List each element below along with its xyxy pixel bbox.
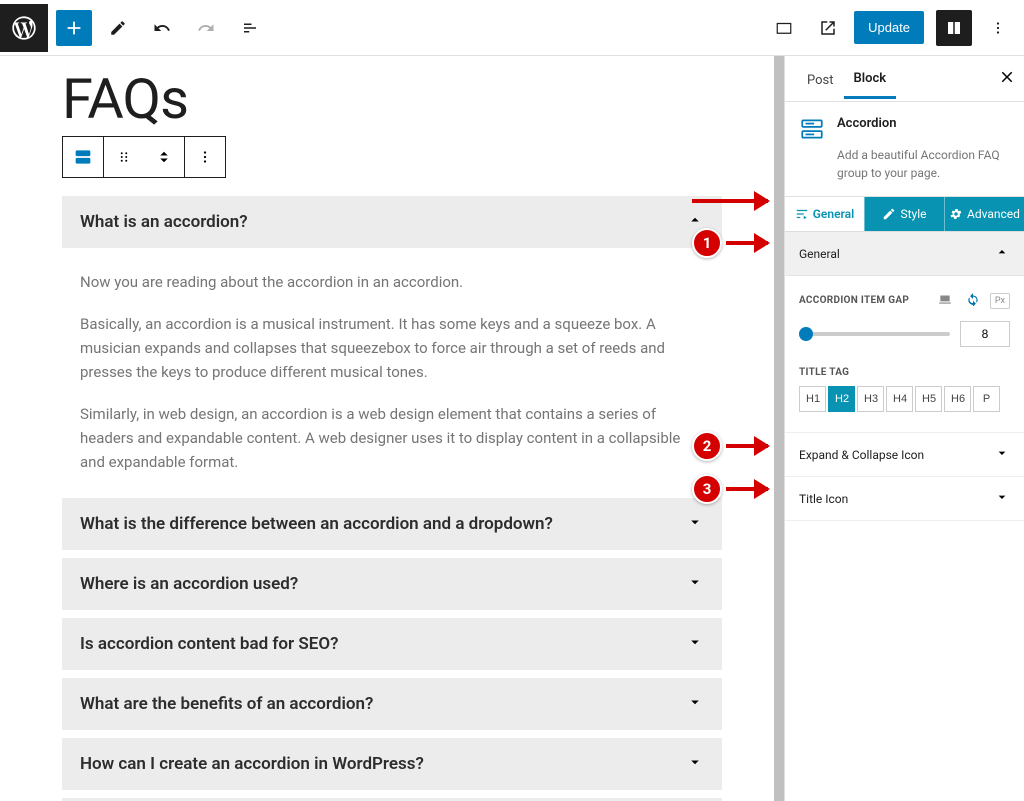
tab-post[interactable]: Post <box>797 60 844 98</box>
wordpress-logo[interactable] <box>0 4 48 52</box>
chevron-down-icon <box>994 445 1010 464</box>
block-description: Add a beautiful Accordion FAQ group to y… <box>785 146 1024 196</box>
accordion-content[interactable]: Now you are reading about the accordion … <box>62 256 722 498</box>
tag-h5[interactable]: H5 <box>915 386 942 412</box>
accordion-item[interactable]: What is an accordion? <box>62 196 722 248</box>
accordion-title: What is an accordion? <box>80 212 248 232</box>
undo-button[interactable] <box>144 10 180 46</box>
gap-input[interactable] <box>960 321 1010 347</box>
tab-block[interactable]: Block <box>844 58 897 99</box>
accordion-title: Where is an accordion used? <box>80 574 298 594</box>
accordion-item[interactable]: Where is an accordion used? <box>62 558 722 610</box>
tag-h3[interactable]: H3 <box>857 386 884 412</box>
redo-button[interactable] <box>188 10 224 46</box>
tag-h2[interactable]: H2 <box>828 386 855 412</box>
open-external-button[interactable] <box>810 10 846 46</box>
subtab-advanced[interactable]: Advanced <box>945 197 1024 231</box>
subtab-style[interactable]: Style <box>864 197 945 231</box>
annotation-badge-3: 3 <box>692 474 722 504</box>
responsive-icon[interactable] <box>934 290 956 311</box>
section-general-body: ACCORDION ITEM GAP Px TITLE TAG H1 H2 H3… <box>785 276 1024 433</box>
edit-mode-button[interactable] <box>100 10 136 46</box>
document-overview-button[interactable] <box>232 10 268 46</box>
reset-icon[interactable] <box>962 290 984 311</box>
block-toolbar <box>62 136 226 178</box>
accordion-block[interactable]: What is an accordion? Now you are readin… <box>62 196 722 801</box>
editor-top-toolbar: Update <box>0 0 1024 56</box>
section-title-icon[interactable]: Title Icon <box>785 477 1024 521</box>
page-title[interactable]: FAQs <box>62 66 722 132</box>
more-options-icon[interactable] <box>185 137 225 177</box>
add-block-button[interactable] <box>56 10 92 46</box>
chevron-down-icon[interactable] <box>686 753 704 775</box>
annotation-badge-2: 2 <box>692 431 722 461</box>
tag-p[interactable]: P <box>973 386 1000 412</box>
section-general[interactable]: General <box>785 232 1024 276</box>
block-name: Accordion <box>837 116 896 144</box>
annotation-arrow <box>692 199 768 203</box>
accordion-item[interactable]: Is accordion content bad for SEO? <box>62 618 722 670</box>
field-label: ACCORDION ITEM GAP <box>799 295 909 306</box>
annotation-badge-1: 1 <box>692 228 722 258</box>
annotation-arrow <box>726 241 768 245</box>
editor-sidebar: Post Block Accordion Add a beautiful Acc… <box>784 56 1024 801</box>
block-type-icon[interactable] <box>63 137 103 177</box>
accordion-icon <box>799 116 827 144</box>
drag-handle-icon[interactable] <box>104 137 144 177</box>
accordion-title: What are the benefits of an accordion? <box>80 694 373 714</box>
sidebar-tabs: Post Block <box>785 56 1024 102</box>
annotation-arrow <box>726 444 768 448</box>
settings-panel-toggle[interactable] <box>936 10 972 46</box>
tag-h4[interactable]: H4 <box>886 386 913 412</box>
scrollbar[interactable] <box>774 56 784 801</box>
annotation-arrow <box>726 487 768 491</box>
chevron-up-icon <box>994 244 1010 263</box>
tag-h6[interactable]: H6 <box>944 386 971 412</box>
accordion-title: What is the difference between an accord… <box>80 514 553 534</box>
field-label: TITLE TAG <box>799 367 1010 378</box>
accordion-item[interactable]: How can I create an accordion in WordPre… <box>62 738 722 790</box>
chevron-down-icon[interactable] <box>686 633 704 655</box>
chevron-down-icon[interactable] <box>686 513 704 535</box>
close-icon[interactable] <box>998 68 1016 90</box>
gap-slider[interactable] <box>799 332 950 336</box>
block-settings-tabs: General Style Advanced <box>785 196 1024 232</box>
accordion-title: Is accordion content bad for SEO? <box>80 634 338 654</box>
accordion-title: How can I create an accordion in WordPre… <box>80 754 424 774</box>
subtab-general[interactable]: General <box>785 197 864 231</box>
move-arrows-icon[interactable] <box>144 137 184 177</box>
accordion-item[interactable]: What is the difference between an accord… <box>62 498 722 550</box>
block-info: Accordion <box>785 102 1024 150</box>
accordion-item[interactable]: What are the benefits of an accordion? <box>62 678 722 730</box>
chevron-down-icon[interactable] <box>686 693 704 715</box>
title-tag-group: H1 H2 H3 H4 H5 H6 P <box>799 386 1010 412</box>
options-button[interactable] <box>980 10 1016 46</box>
editor-canvas[interactable]: FAQs What is an accordion? <box>0 56 784 801</box>
update-button[interactable]: Update <box>854 11 924 44</box>
tag-h1[interactable]: H1 <box>799 386 826 412</box>
chevron-down-icon <box>994 489 1010 508</box>
view-button[interactable] <box>766 10 802 46</box>
chevron-down-icon[interactable] <box>686 573 704 595</box>
unit-label[interactable]: Px <box>990 293 1010 309</box>
section-expand-collapse[interactable]: Expand & Collapse Icon <box>785 433 1024 477</box>
